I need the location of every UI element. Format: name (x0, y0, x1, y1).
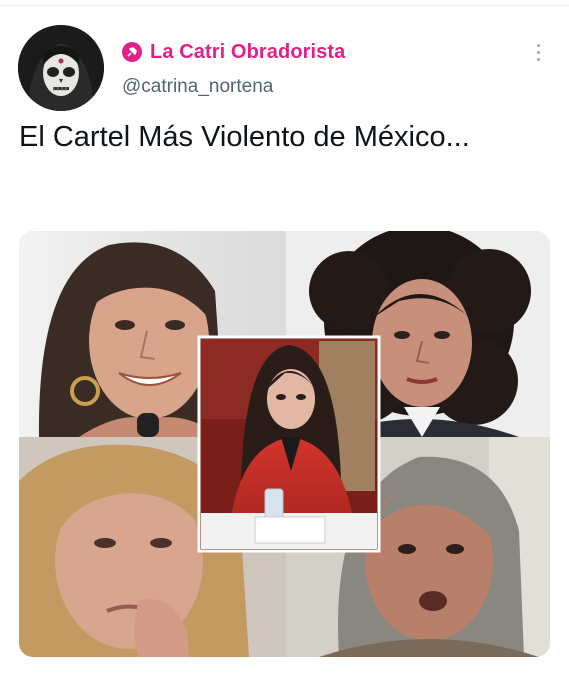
user-handle[interactable]: @catrina_nortena (122, 76, 273, 98)
name-row: La Catri Obradorista (122, 39, 345, 65)
tweet-card: La Catri Obradorista @catrina_nortena El… (0, 0, 569, 680)
avatar[interactable] (18, 25, 104, 111)
avatar-image (18, 25, 104, 111)
tweet-media-image[interactable] (19, 231, 550, 657)
pin-icon (122, 42, 142, 62)
display-name[interactable]: La Catri Obradorista (150, 41, 345, 64)
collage-image (19, 231, 550, 657)
center-portrait (197, 335, 381, 553)
tweet-text: El Cartel Más Violento de México... (19, 121, 470, 153)
divider (0, 5, 569, 6)
more-options-icon[interactable] (526, 40, 550, 64)
